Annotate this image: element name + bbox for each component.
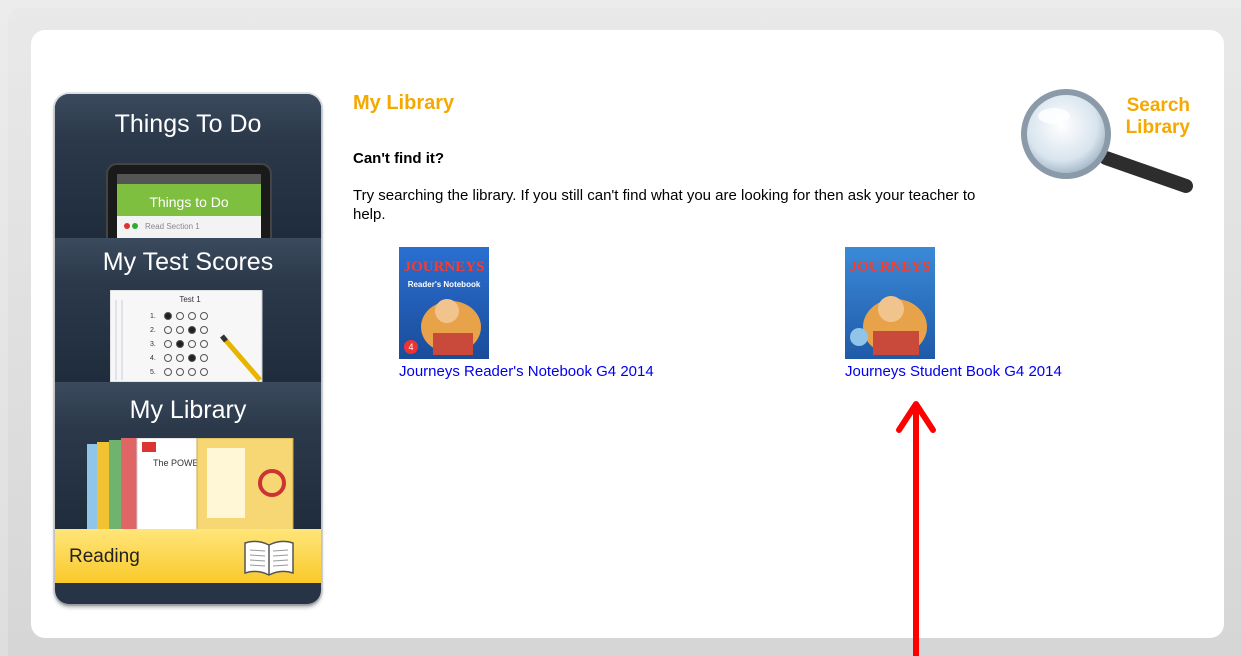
book-cover-readers-notebook[interactable]: JOURNEYS Reader's Notebook 4 bbox=[399, 247, 489, 359]
cover-grade: 4 bbox=[408, 342, 413, 352]
sidebar-item-label: My Test Scores bbox=[102, 248, 274, 276]
sidebar-item-my-test-scores[interactable]: My Test Scores Test 1 1. 2. 3. 4. 5. bbox=[55, 238, 321, 383]
book-cover-student-book[interactable]: JOURNEYS bbox=[845, 247, 935, 359]
book-cover-art: JOURNEYS Reader's Notebook 4 bbox=[404, 259, 485, 355]
tablet-screen-label: Things to Do bbox=[149, 194, 229, 210]
page-title: My Library bbox=[353, 92, 455, 114]
annotation-arrow-icon bbox=[896, 401, 936, 656]
help-text: Try searching the library. If you still … bbox=[353, 187, 976, 223]
open-book-icon bbox=[244, 540, 294, 576]
test-sheet-icon: Test 1 1. 2. 3. 4. 5. bbox=[110, 290, 263, 382]
cover-brand: JOURNEYS bbox=[404, 259, 485, 275]
book-cover-art: JOURNEYS bbox=[850, 259, 931, 355]
test-row-number: 1. bbox=[150, 313, 156, 320]
sidebar-item-label: Things To Do bbox=[114, 110, 262, 138]
test-row-number: 2. bbox=[150, 327, 156, 334]
cover-brand: JOURNEYS bbox=[850, 259, 931, 275]
book-link-readers-notebook[interactable]: Journeys Reader's Notebook G4 2014 bbox=[399, 363, 654, 380]
search-label-line2: Library bbox=[1125, 117, 1190, 138]
sidebar-item-my-library[interactable]: My Library The POWER of Magnets bbox=[55, 382, 321, 529]
sidebar-item-things-to-do[interactable]: Things To Do Things to Do Read Section 1 bbox=[55, 94, 321, 239]
test-row-number: 5. bbox=[150, 369, 156, 376]
search-library-button[interactable]: Search Library bbox=[1108, 95, 1190, 139]
tablet-icon: Things to Do Read Section 1 bbox=[106, 163, 272, 238]
sidebar-nav: Things To Do Things to Do Read Section 1… bbox=[55, 94, 321, 604]
books-icon: The POWER of Magnets bbox=[87, 438, 294, 529]
test-sheet-title: Test 1 bbox=[179, 295, 201, 304]
help-heading: Can't find it? bbox=[353, 150, 445, 167]
book-link-student-book[interactable]: Journeys Student Book G4 2014 bbox=[845, 363, 1062, 380]
tablet-task-label: Read Section 1 bbox=[145, 222, 200, 231]
test-row-number: 3. bbox=[150, 341, 156, 348]
test-row-number: 4. bbox=[150, 355, 156, 362]
search-label-line1: Search bbox=[1126, 95, 1190, 116]
sidebar-item-reading[interactable]: Reading bbox=[55, 529, 321, 583]
sidebar-item-label: My Library bbox=[129, 396, 247, 424]
reading-label: Reading bbox=[69, 546, 140, 567]
cover-subtitle: Reader's Notebook bbox=[408, 280, 481, 289]
